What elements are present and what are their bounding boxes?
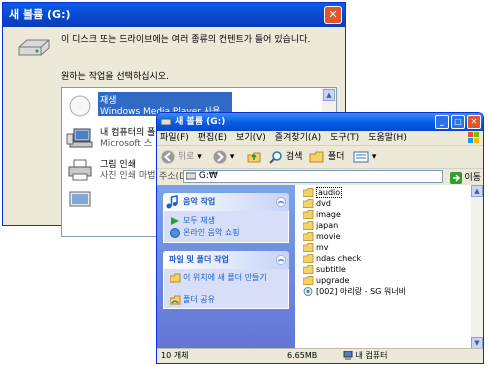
folder-icon [303,232,314,241]
file-name: image [316,210,341,219]
file-tasks-header[interactable]: 파일 및 폴더 작업 ︽ [163,251,289,269]
dialog-prompt: 원하는 작업을 선택하십시오. [61,72,169,82]
play-icon [171,217,179,225]
search-button[interactable]: 검색 [269,149,302,165]
computer-icon [343,350,353,360]
address-bar: 주소(D) G:₩ 이동 [157,169,483,186]
file-name: [002] 아리랑 - SG 워너비 [316,287,407,296]
folder-icon [303,265,314,274]
music-tasks-header[interactable]: 음악 작업 ︽ [163,193,289,211]
file-tasks-body: 이 위치에 새 폴더 만들기 폴더 공유 [163,269,289,309]
minimize-button[interactable]: _ [435,115,449,129]
new-folder-icon [170,273,181,283]
file-list: audio dvd image japan movie mv ndas check subti… [297,185,483,349]
folder-item[interactable]: image [303,209,341,220]
file-name: mv [316,243,329,252]
menu-view[interactable]: 보기(V) [236,133,266,143]
folder-icon [303,221,314,230]
dialog-close-button[interactable]: ✕ [324,6,342,24]
music-tasks-body: 모두 재생 온라인 음악 쇼핑 [163,211,289,243]
file-name: subtitle [316,265,346,274]
scroll-up-button[interactable]: ▲ [471,185,483,197]
folder-item[interactable]: subtitle [303,264,346,275]
go-arrow-icon [449,171,462,184]
folder-item[interactable]: audio [303,187,343,198]
file-name: ndas check [316,254,362,263]
folder-item[interactable]: mv [303,242,329,253]
folder-icon [303,254,314,263]
dialog-title: 새 볼륨 (G:) [9,8,71,21]
up-folder-button[interactable] [247,149,261,165]
folder-item[interactable]: movie [303,231,341,242]
folder-icon [303,243,314,252]
search-icon [269,150,282,164]
folder-item[interactable]: dvd [303,198,331,209]
file-name: japan [316,221,339,230]
status-count: 10 개체 [161,351,189,360]
address-input[interactable]: G:₩ [183,170,443,183]
folders-icon [309,151,324,162]
status-size: 6.65MB [287,351,318,360]
file-name: audio [316,187,343,198]
folder-icon [303,188,314,197]
file-name: upgrade [316,276,350,285]
printer-icon [68,159,92,181]
action-subtitle: 사진 인쇄 마법 [100,171,156,181]
drive-icon [18,39,50,56]
status-bar: 10 개체 6.65MB 내 컴퓨터 [157,348,483,363]
media-player-icon [69,95,91,117]
menu-tools[interactable]: 도구(T) [330,133,359,143]
windows-logo-icon [468,132,479,143]
file-name: dvd [316,199,331,208]
status-location: 내 컴퓨터 [343,349,388,363]
action-subtitle: Microsoft 스 [100,139,153,149]
drive-small-icon [185,172,197,179]
menu-favorites[interactable]: 즐겨찾기(A) [275,133,321,143]
explorer-title: 새 볼륨 (G:) [175,117,226,127]
collapse-chevron-icon[interactable]: ︽ [276,255,286,265]
globe-icon [170,228,180,238]
go-button[interactable]: 이동 [449,170,481,186]
scroll-up-button[interactable]: ▲ [323,89,335,101]
share-folder-icon [170,295,181,305]
file-name: movie [316,232,341,241]
folder-icon [303,199,314,208]
menu-edit[interactable]: 편집(E) [198,133,227,143]
task-pane: 음악 작업 ︽ 모두 재생 온라인 음악 쇼핑 파일 및 폴더 작업 ︽ 이 위… [157,185,295,349]
up-folder-icon [247,152,261,163]
folder-item[interactable]: upgrade [303,275,349,286]
folder-item[interactable]: japan [303,220,338,231]
address-value: G:₩ [198,171,218,181]
close-button[interactable]: ✕ [467,115,481,129]
maximize-button[interactable]: □ [451,115,465,129]
folder-icon [303,210,314,219]
toolbar: 뒤로 ▾ ▾ 검색 폴더 ▾ [157,146,483,169]
forward-arrow-icon [213,150,227,163]
copy-to-pc-icon [66,128,93,148]
back-button[interactable]: 뒤로 ▾ [161,149,202,165]
audio-file-icon [303,287,313,296]
drive-small-icon [161,118,171,126]
folders-button[interactable]: 폴더 [309,149,344,165]
folder-item[interactable]: ndas check [303,253,361,264]
menu-help[interactable]: 도움말(H) [368,133,407,143]
slideshow-icon [69,191,91,207]
views-icon [353,151,369,162]
file-item[interactable]: [002] 아리랑 - SG 워너비 [303,286,406,297]
views-button[interactable]: ▾ [353,149,376,165]
forward-button[interactable]: ▾ [213,149,234,165]
content-area: 음악 작업 ︽ 모두 재생 온라인 음악 쇼핑 파일 및 폴더 작업 ︽ 이 위… [157,185,483,349]
collapse-chevron-icon[interactable]: ︽ [276,197,286,207]
music-note-icon [166,195,178,209]
folder-icon [303,276,314,285]
explorer-window: 새 볼륨 (G:) _ □ ✕ 파일(F) 편집(E) 보기(V) 즐겨찾기(A) 도구… [156,112,484,364]
dialog-titlebar[interactable]: 새 볼륨 (G:) ✕ [3,3,345,27]
menu-file[interactable]: 파일(F) [160,133,189,143]
explorer-titlebar[interactable]: 새 볼륨 (G:) _ □ ✕ [157,113,483,131]
dialog-message: 이 디스크 또는 드라이브에는 여러 종류의 컨텐트가 들어 있습니다. [61,35,311,45]
file-list-scrollbar[interactable]: ▲ ▼ [471,185,483,349]
back-arrow-icon [161,150,175,163]
menu-bar: 파일(F) 편집(E) 보기(V) 즐겨찾기(A) 도구(T) 도움말(H) [157,131,483,146]
